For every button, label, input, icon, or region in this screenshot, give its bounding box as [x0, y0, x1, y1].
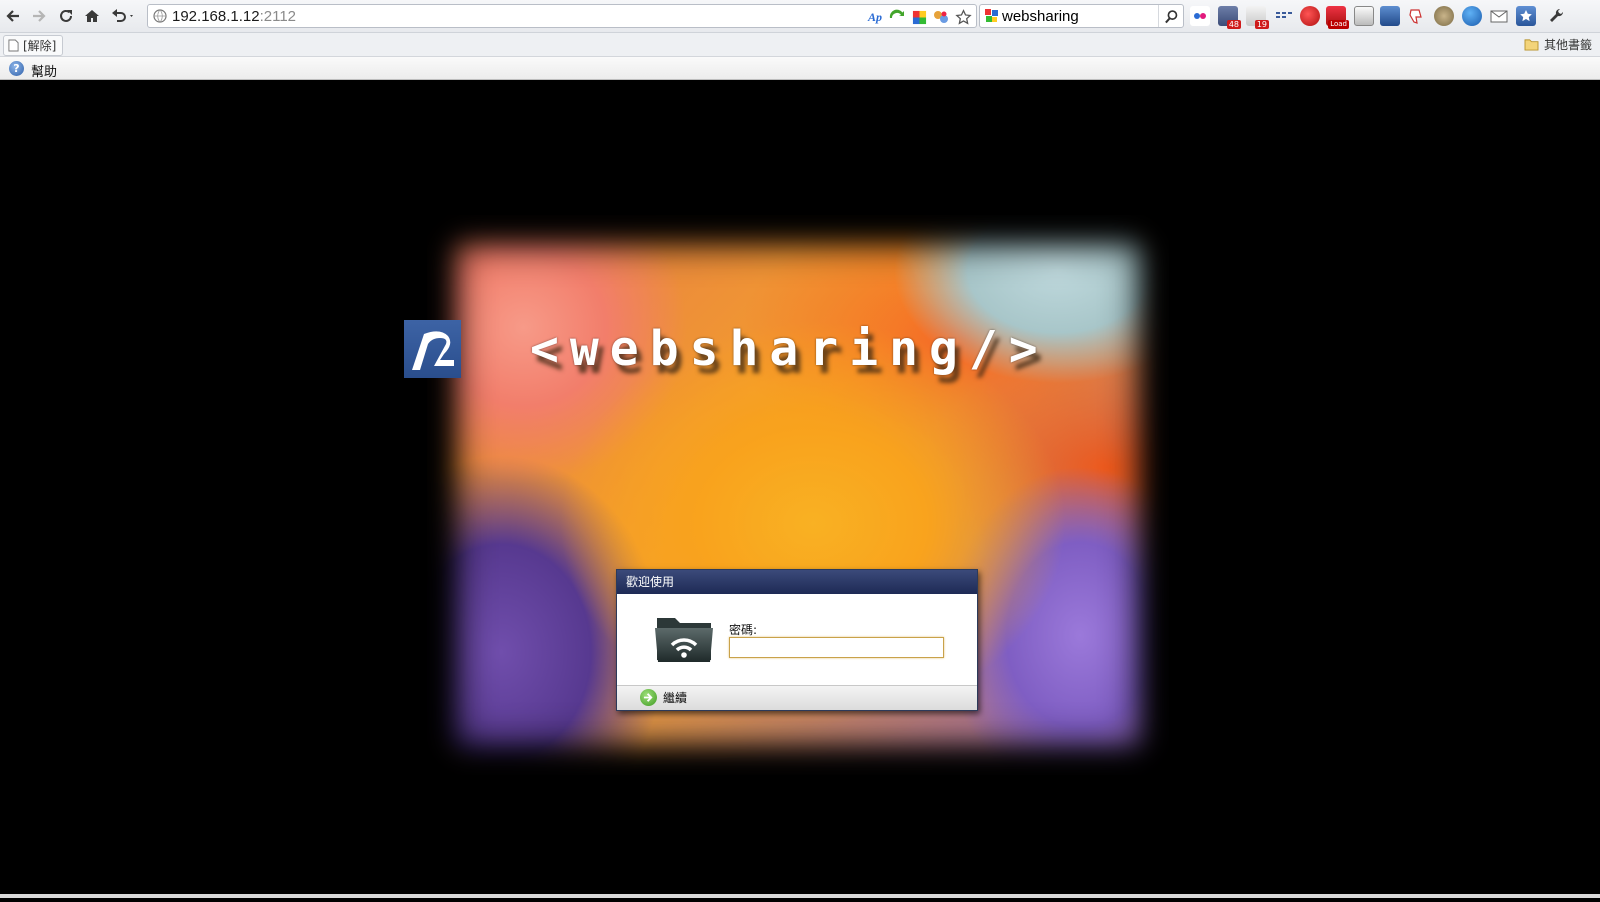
reload-icon [60, 9, 72, 22]
url-host: 192.168.1.12 [172, 8, 260, 25]
forward-button[interactable] [29, 6, 49, 26]
help-link[interactable]: 幫助 [31, 61, 57, 80]
continue-button[interactable]: 繼續 [640, 689, 687, 706]
search-icon [1164, 9, 1177, 23]
undo-icon [112, 9, 133, 22]
search-engine-icon [985, 9, 998, 22]
search-input[interactable] [1002, 7, 1152, 25]
page-icon [8, 39, 19, 52]
search-box[interactable] [979, 4, 1184, 28]
brand-logo-icon [404, 320, 461, 378]
wifi-folder-icon [655, 618, 713, 662]
page-info-icon [153, 9, 167, 23]
undo-menu-button[interactable] [108, 6, 138, 26]
browser-toolbar: 192.168.1.12:2112 Ap 48 19 Load [0, 0, 1600, 33]
password-field[interactable] [729, 637, 944, 658]
puzzle-extension-icon[interactable] [932, 8, 950, 26]
folder-icon [1524, 39, 1539, 51]
globe-extension-icon[interactable] [1462, 6, 1482, 26]
color-picker-icon[interactable] [910, 8, 928, 26]
forward-arrow-icon [33, 10, 46, 22]
help-icon[interactable]: ? [9, 61, 24, 76]
page-content: <websharing/> 歡迎使用 密碼: 繼續 [0, 80, 1600, 898]
star-extension-icon[interactable] [1516, 6, 1536, 26]
calendar-extension-icon[interactable]: 48 [1218, 6, 1241, 29]
other-bookmarks-label: 其他書籤 [1543, 38, 1592, 52]
bottom-edge [0, 894, 1600, 898]
calendar-badge: 48 [1226, 20, 1241, 29]
mail-badge: 19 [1254, 20, 1269, 29]
load-extension-icon[interactable]: Load [1326, 6, 1349, 29]
back-button[interactable] [3, 6, 23, 26]
home-icon [85, 10, 99, 22]
envelope-extension-icon[interactable] [1489, 6, 1509, 26]
sheep-extension-icon[interactable] [1434, 6, 1454, 26]
translate-icon[interactable]: Ap [866, 8, 884, 26]
url-port: :2112 [259, 8, 297, 25]
note-extension-icon[interactable] [1354, 6, 1374, 26]
grid-extension-icon[interactable] [1274, 6, 1294, 26]
reload-button[interactable] [56, 6, 76, 26]
url-text: 192.168.1.12:2112 [172, 8, 296, 25]
green-arrow-icon[interactable] [888, 8, 906, 26]
bookmark-star-icon[interactable] [954, 8, 972, 26]
continue-label: 繼續 [663, 691, 688, 705]
home-button[interactable] [82, 6, 102, 26]
thumb-extension-icon[interactable] [1406, 6, 1426, 26]
password-label: 密碼: [729, 623, 758, 637]
screen-extension-icon[interactable] [1380, 6, 1400, 26]
extension-bar: 48 19 Load [1190, 6, 1595, 29]
bookmarks-bar: [解除] 其他書籤 [0, 33, 1600, 57]
address-bar[interactable]: 192.168.1.12:2112 Ap [147, 4, 977, 28]
address-bar-icons: Ap [866, 7, 972, 27]
continue-arrow-icon [640, 689, 657, 706]
other-bookmarks[interactable]: 其他書籤 [1524, 36, 1592, 53]
bookmark-item[interactable]: [解除] [3, 35, 64, 56]
brand-title: <websharing/> [530, 321, 1049, 377]
help-bar: ? 幫助 [0, 57, 1600, 80]
back-arrow-icon [6, 10, 19, 22]
red-extension-icon[interactable] [1300, 6, 1320, 26]
flickr-extension-icon[interactable] [1190, 6, 1210, 26]
dialog-body: 密碼: [617, 594, 977, 686]
dialog-title: 歡迎使用 [617, 570, 977, 594]
search-button[interactable] [1158, 5, 1183, 27]
login-dialog: 歡迎使用 密碼: 繼續 [616, 569, 978, 711]
bookmark-item-label: [解除] [23, 39, 57, 53]
dialog-footer: 繼續 [617, 685, 977, 710]
load-badge: Load [1328, 20, 1349, 29]
mail-extension-icon[interactable]: 19 [1246, 6, 1269, 29]
wrench-icon[interactable] [1546, 6, 1566, 26]
